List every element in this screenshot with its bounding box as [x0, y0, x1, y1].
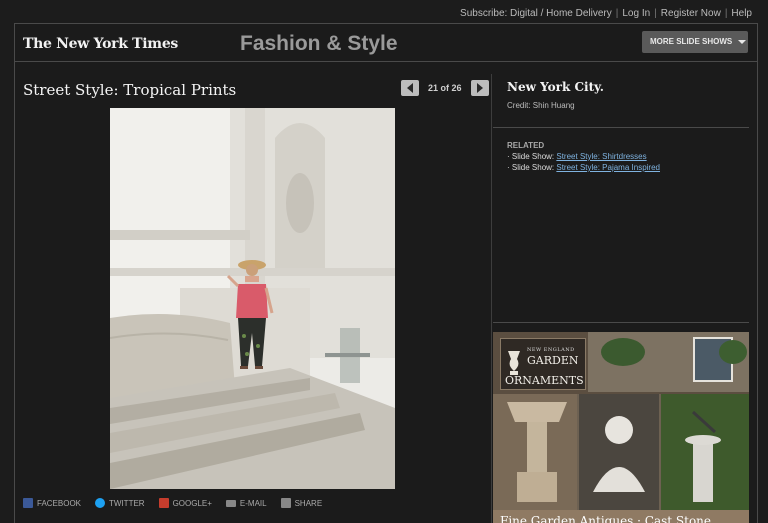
separator: | — [615, 8, 619, 19]
photo-credit: Credit: Shin Huang — [507, 101, 575, 110]
ad-small-text: NEW ENGLAND — [527, 347, 575, 353]
facebook-label: FACEBOOK — [37, 498, 82, 508]
email-label: E-MAIL — [239, 498, 267, 508]
related-prefix: Slide Show: — [511, 152, 555, 161]
email-share[interactable]: E-MAIL — [225, 498, 267, 508]
slideshow-title: Street Style: Tropical Prints — [23, 81, 237, 99]
header: The New York Times Fashion & Style MORE … — [15, 24, 757, 62]
next-slide-button[interactable] — [470, 80, 489, 96]
plus-icon — [280, 498, 291, 508]
divider — [493, 127, 749, 128]
ad-footer: Fine Garden Antiques · Cast Stone — [493, 510, 749, 523]
help-link[interactable]: Help — [731, 8, 752, 19]
column-divider — [491, 74, 492, 523]
advertisement[interactable]: NEW ENGLAND GARDEN ORNAMENTS Fine Garden… — [493, 332, 749, 523]
more-share[interactable]: SHARE — [280, 498, 323, 508]
facebook-icon — [23, 498, 33, 508]
urn-icon — [508, 351, 520, 375]
section-title[interactable]: Fashion & Style — [240, 32, 398, 56]
more-slideshows-button[interactable]: MORE SLIDE SHOWS — [642, 31, 748, 53]
related-item: · Slide Show: Street Style: Shirtdresses — [507, 152, 647, 161]
twitter-icon — [95, 498, 106, 508]
previous-slide-button[interactable] — [401, 80, 419, 96]
ad-logo: NEW ENGLAND GARDEN ORNAMENTS — [500, 338, 586, 390]
arrow-left-icon — [407, 83, 413, 93]
twitter-label: TWITTER — [109, 498, 145, 508]
related-heading: RELATED — [507, 141, 545, 150]
slide-counter: 21 of 26 — [428, 83, 462, 93]
separator: | — [724, 8, 728, 19]
ad-title-line2: ORNAMENTS — [505, 374, 584, 387]
share-label: SHARE — [294, 498, 323, 508]
related-link-pajama-inspired[interactable]: Street Style: Pajama Inspired — [556, 163, 660, 172]
divider — [493, 322, 749, 323]
facebook-share[interactable]: FACEBOOK — [23, 498, 81, 508]
share-bar: FACEBOOK TWITTER GOOGLE+ E-MAIL SHARE — [23, 498, 322, 508]
arrow-right-icon — [476, 83, 483, 93]
nyt-logo[interactable]: The New York Times — [23, 36, 178, 52]
subscribe-link[interactable]: Subscribe: Digital / Home Delivery — [460, 8, 612, 19]
slideshow-frame: The New York Times Fashion & Style MORE … — [14, 23, 758, 523]
top-bar: Subscribe: Digital / Home Delivery | Log… — [0, 0, 768, 24]
google-plus-icon — [158, 498, 169, 508]
account-links: Subscribe: Digital / Home Delivery | Log… — [460, 8, 752, 19]
envelope-icon — [225, 499, 236, 507]
related-list: · Slide Show: Street Style: Shirtdresses… — [507, 152, 660, 174]
chevron-down-icon — [738, 40, 747, 44]
related-prefix: Slide Show: — [511, 163, 555, 172]
google-label: GOOGLE+ — [172, 498, 212, 508]
street-style-photo — [110, 108, 395, 489]
login-link[interactable]: Log In — [622, 8, 650, 19]
related-item: · Slide Show: Street Style: Pajama Inspi… — [507, 163, 660, 172]
google-share[interactable]: GOOGLE+ — [158, 498, 212, 508]
related-link-shirtdresses[interactable]: Street Style: Shirtdresses — [556, 152, 646, 161]
slide-pager: 21 of 26 — [401, 80, 489, 96]
separator: | — [654, 8, 657, 19]
more-slideshows-label: MORE SLIDE SHOWS — [650, 37, 733, 46]
register-link[interactable]: Register Now — [661, 8, 721, 19]
ad-title-line1: GARDEN — [527, 354, 579, 367]
slide-photo[interactable] — [110, 108, 395, 489]
twitter-share[interactable]: TWITTER — [95, 498, 145, 508]
caption-title: New York City. — [507, 80, 604, 94]
